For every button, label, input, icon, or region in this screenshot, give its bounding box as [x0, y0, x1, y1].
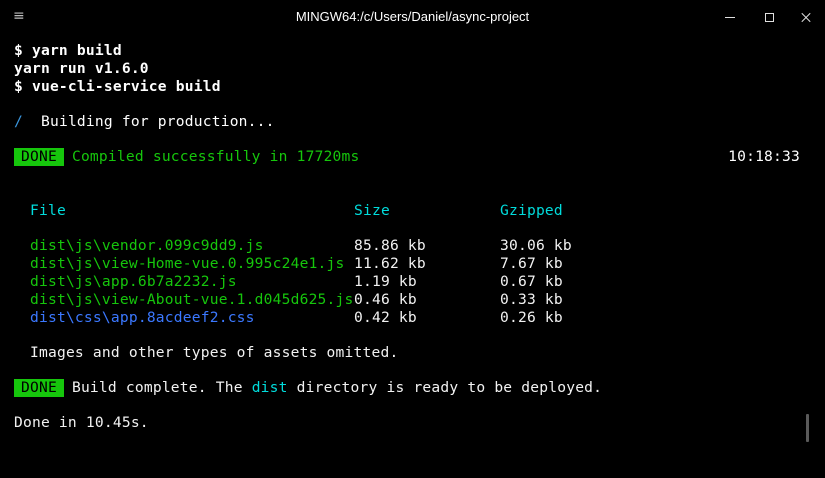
- terminal-output[interactable]: $ yarn build yarn run v1.6.0 $ vue-cli-s…: [14, 42, 814, 472]
- done-badge: DONE: [14, 148, 64, 166]
- menu-icon[interactable]: ≡: [13, 8, 25, 24]
- command-line: $ yarn build: [14, 42, 122, 59]
- table-row-file: dist\js\view-About-vue.1.d045d625.js: [30, 291, 354, 308]
- table-row-gzip: 0.67 kb: [500, 273, 563, 290]
- timestamp: 10:18:33: [728, 148, 800, 165]
- build-complete-line: DONE Build complete. The dist directory i…: [14, 379, 602, 397]
- table-header-file: File: [30, 202, 66, 219]
- complete-text-post: directory is ready to be deployed.: [287, 379, 603, 396]
- done-line: Done in 10.45s.: [14, 414, 149, 431]
- table-row-file: dist\css\app.8acdeef2.css: [30, 309, 255, 326]
- table-row-size: 11.62 kb: [354, 255, 426, 272]
- building-text: Building for production...: [40, 113, 275, 130]
- table-header-size: Size: [354, 202, 390, 219]
- table-row-file: dist\js\view-Home-vue.0.995c24e1.js: [30, 255, 345, 272]
- table-row-gzip: 30.06 kb: [500, 237, 572, 254]
- table-row-file: dist\js\app.6b7a2232.js: [30, 273, 237, 290]
- table-row-size: 1.19 kb: [354, 273, 417, 290]
- table-row-size: 0.42 kb: [354, 309, 417, 326]
- complete-text-pre: Build complete. The: [71, 379, 252, 396]
- command-line: $ vue-cli-service build: [14, 78, 221, 95]
- building-line: / Building for production...: [14, 113, 275, 131]
- table-row-gzip: 0.26 kb: [500, 309, 563, 326]
- maximize-icon: [764, 12, 774, 22]
- minimize-icon: [725, 16, 735, 18]
- scrollbar-thumb[interactable]: [806, 414, 809, 442]
- done-badge: DONE: [14, 379, 64, 397]
- title-bar[interactable]: MINGW64:/c/Users/Daniel/async-project ≡: [0, 0, 825, 34]
- window-title: MINGW64:/c/Users/Daniel/async-project: [295, 9, 530, 24]
- table-row-size: 0.46 kb: [354, 291, 417, 308]
- omitted-note: Images and other types of assets omitted…: [30, 344, 399, 361]
- dist-dir-text: dist: [251, 379, 288, 396]
- spinner-glyph: /: [14, 113, 23, 130]
- close-button[interactable]: [783, 0, 825, 34]
- compiled-line: DONE Compiled successfully in 17720ms: [14, 148, 360, 166]
- terminal-window: MINGW64:/c/Users/Daniel/async-project ≡ …: [0, 0, 825, 478]
- table-header-gzipped: Gzipped: [500, 202, 563, 219]
- table-row-gzip: 7.67 kb: [500, 255, 563, 272]
- table-row-gzip: 0.33 kb: [500, 291, 563, 308]
- yarn-version-line: yarn run v1.6.0: [14, 60, 149, 77]
- table-row-size: 85.86 kb: [354, 237, 426, 254]
- table-row-file: dist\js\vendor.099c9dd9.js: [30, 237, 264, 254]
- close-icon: [800, 11, 812, 23]
- compiled-text: Compiled successfully in 17720ms: [71, 148, 360, 165]
